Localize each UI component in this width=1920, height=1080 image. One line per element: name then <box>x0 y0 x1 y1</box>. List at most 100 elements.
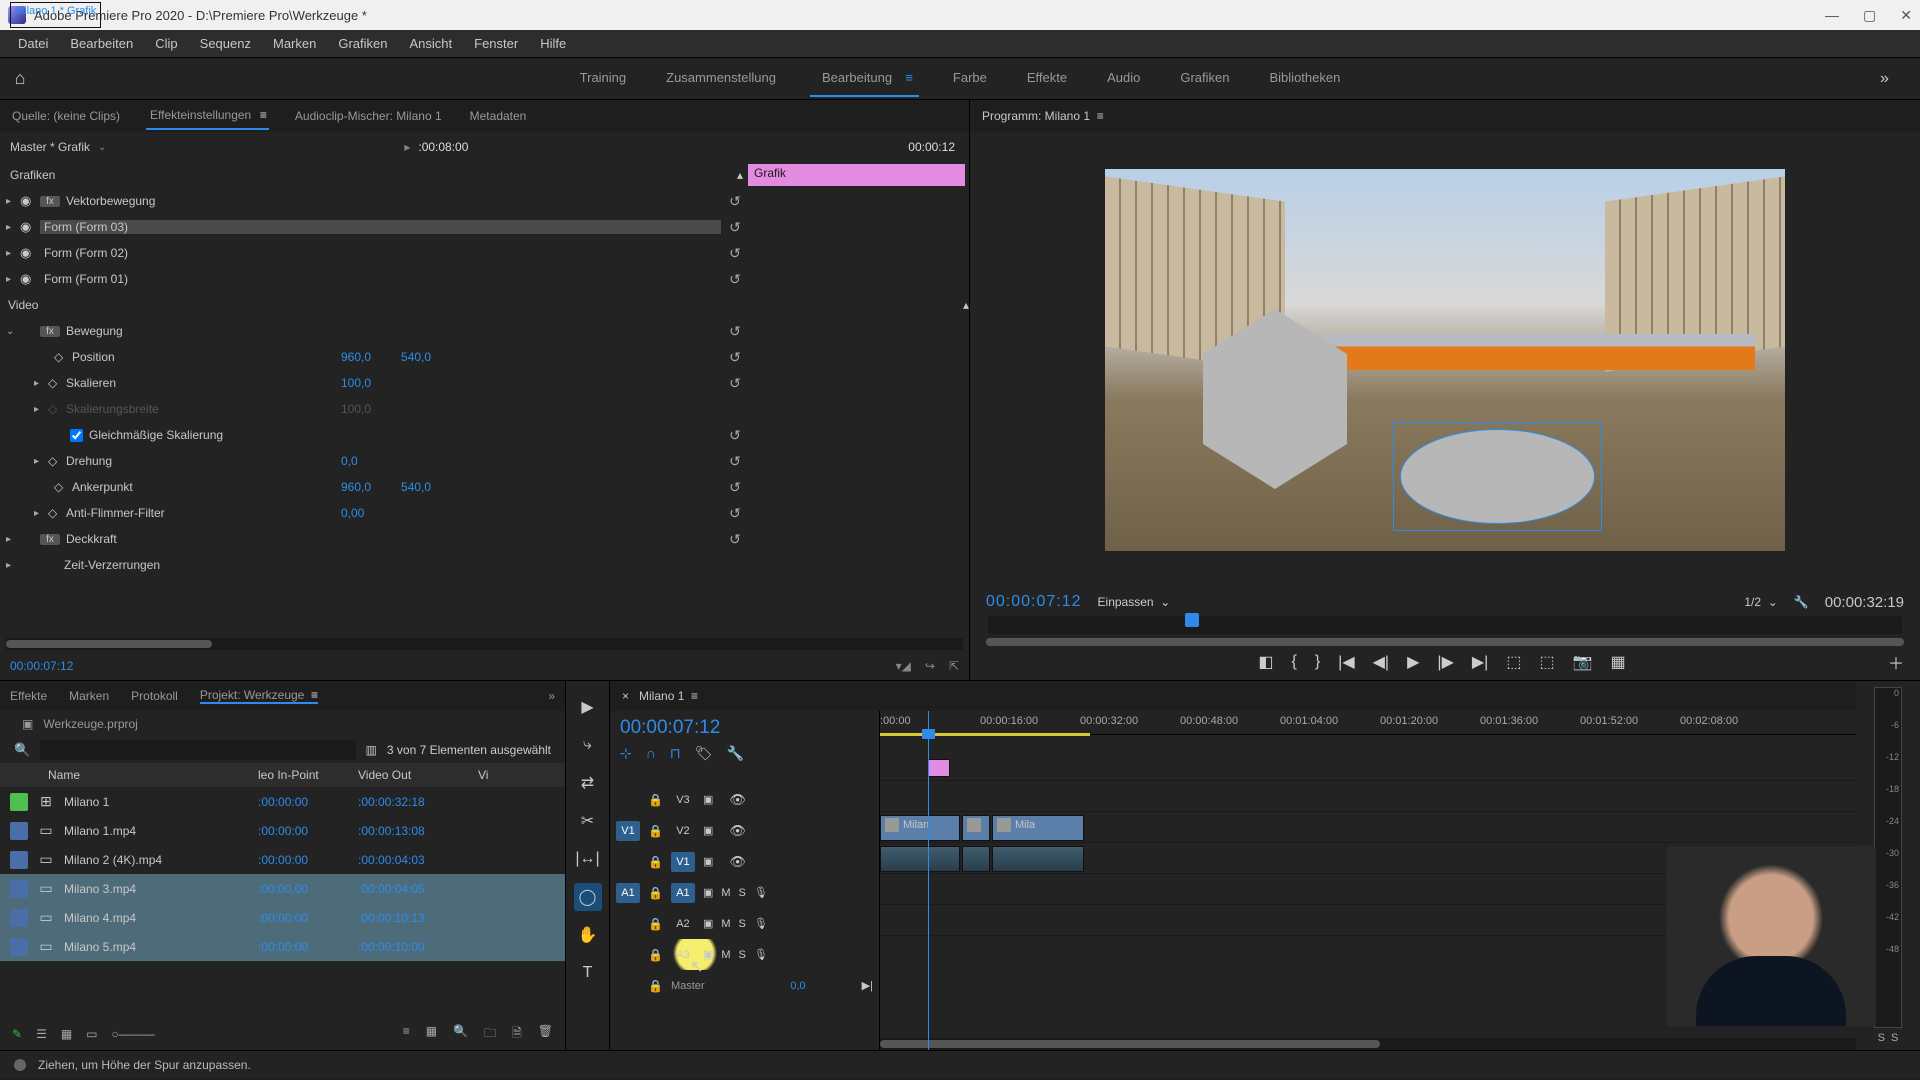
icon-view-icon[interactable]: ▦ <box>61 1027 72 1041</box>
reset-icon[interactable]: ↺ <box>721 245 749 262</box>
clip-audio-1[interactable] <box>880 846 960 872</box>
eye-icon[interactable]: ◉ <box>20 219 40 235</box>
link-icon[interactable]: ∩ <box>646 745 656 762</box>
lock-icon[interactable]: 🔒 <box>648 855 663 869</box>
solo-icon[interactable]: S <box>739 887 746 899</box>
menu-fenster[interactable]: Fenster <box>464 32 528 55</box>
snap-icon[interactable]: ⊹ <box>620 745 632 762</box>
maximize-button[interactable]: ▢ <box>1863 7 1876 24</box>
ec-skalieren-v[interactable]: 100,0 <box>341 376 371 390</box>
ws-effekte[interactable]: Effekte <box>1021 60 1073 97</box>
reset-icon[interactable]: ↺ <box>721 271 749 288</box>
lock-icon[interactable]: 🔒 <box>648 917 663 931</box>
razor-tool-icon[interactable]: ✂ <box>574 807 602 835</box>
reset-icon[interactable]: ↺ <box>721 193 749 210</box>
lock-icon[interactable]: 🔒 <box>648 979 663 993</box>
menu-clip[interactable]: Clip <box>145 32 187 55</box>
timeline-ruler[interactable]: :00:0000:00:16:0000:00:32:0000:00:48:000… <box>880 711 1856 735</box>
ec-gleich-checkbox[interactable] <box>70 429 83 442</box>
project-item[interactable]: ▭ Milano 1.mp4 :00:00:00 :00:00:13:08 <box>0 816 565 845</box>
type-tool-icon[interactable]: T <box>574 959 602 987</box>
track-v2[interactable]: V2 <box>671 821 695 841</box>
lock-icon[interactable]: 🔒 <box>648 824 663 838</box>
toggle-icon[interactable]: ▣ <box>703 948 713 961</box>
clip-audio-2[interactable] <box>962 846 990 872</box>
twirl-icon[interactable]: ▸ <box>6 274 20 285</box>
selection-tool-icon[interactable]: ▶ <box>574 693 602 721</box>
filter-icon[interactable]: ▥ <box>366 743 377 757</box>
seq-name[interactable]: Milano 1 <box>639 689 684 703</box>
tab-effect-controls[interactable]: Effekteinstellungen ≡ <box>146 102 269 130</box>
search-icon[interactable]: 🔍 <box>14 742 30 758</box>
step-back-icon[interactable]: ◀| <box>1373 652 1389 672</box>
ec-deckkraft[interactable]: Deckkraft <box>66 532 721 546</box>
clip-video-3[interactable]: Mila <box>992 815 1084 841</box>
toggle-icon[interactable]: ▣ <box>703 855 713 868</box>
ec-master-label[interactable]: Master * Grafik <box>10 140 90 154</box>
ws-zusammen[interactable]: Zusammenstellung <box>660 60 782 97</box>
fx-badge-icon[interactable]: fx <box>40 326 60 337</box>
keyframe-toggle-icon[interactable]: ◇ <box>54 480 72 494</box>
mute-icon[interactable]: M <box>721 949 730 961</box>
program-tc[interactable]: 00:00:07:12 <box>986 593 1082 611</box>
mute-icon[interactable]: M <box>721 887 730 899</box>
project-item[interactable]: ▭ Milano 5.mp4 :00:00:00 :00:00:10:00 <box>0 932 565 961</box>
overflow-icon[interactable]: » <box>548 689 555 703</box>
twirl-icon[interactable]: ▸ <box>6 248 20 259</box>
reset-icon[interactable]: ↺ <box>721 531 749 548</box>
keyframe-toggle-icon[interactable]: ◇ <box>48 454 66 468</box>
col-vi[interactable]: Vi <box>474 768 492 782</box>
reset-icon[interactable]: ↺ <box>721 323 749 340</box>
solo-icon[interactable]: S <box>739 949 746 961</box>
wrench-icon[interactable]: 🔧 <box>727 745 744 762</box>
lift-icon[interactable]: ⬚ <box>1506 652 1521 672</box>
eye-icon[interactable]: 👁 <box>729 823 746 839</box>
ec-anker-x[interactable]: 960,0 <box>341 480 371 494</box>
go-out-icon[interactable]: ▶| <box>1472 652 1488 672</box>
automate-icon[interactable]: ▦ <box>426 1024 437 1045</box>
collapse-up-icon[interactable]: ▴ <box>749 298 969 312</box>
tab-source[interactable]: Quelle: (keine Clips) <box>10 103 122 129</box>
solo-toggle[interactable]: S <box>1891 1032 1898 1044</box>
src-v1[interactable]: V1 <box>616 821 640 841</box>
close-seq-icon[interactable]: × <box>622 689 629 703</box>
mic-icon[interactable]: 🎙 <box>754 917 768 930</box>
lock-icon[interactable]: 🔒 <box>648 886 663 900</box>
clip-video-1[interactable]: Milan <box>880 815 960 841</box>
eye-icon[interactable]: 👁 <box>729 854 746 870</box>
keyframe-toggle-icon[interactable]: ◇ <box>54 350 72 364</box>
track-v3[interactable]: V3 <box>671 790 695 810</box>
menu-grafiken[interactable]: Grafiken <box>328 32 397 55</box>
go-in-icon[interactable]: |◀ <box>1338 652 1354 672</box>
twirl-icon[interactable]: ⌄ <box>6 326 20 337</box>
track-select-tool-icon[interactable]: ⤷ <box>574 731 602 759</box>
clip-video-2[interactable] <box>962 815 990 841</box>
reset-icon[interactable]: ↺ <box>721 427 749 444</box>
ws-bibliotheken[interactable]: Bibliotheken <box>1264 60 1347 97</box>
eye-icon[interactable]: 👁 <box>729 792 746 808</box>
solo-toggle[interactable]: S <box>1878 1032 1885 1044</box>
trash-icon[interactable]: 🗑 <box>538 1024 553 1045</box>
reset-icon[interactable]: ↺ <box>721 375 749 392</box>
col-out[interactable]: Video Out <box>354 768 474 782</box>
ws-training[interactable]: Training <box>574 60 632 97</box>
project-item[interactable]: ▭ Milano 2 (4K).mp4 :00:00:00 :00:00:04:… <box>0 845 565 874</box>
ec-clip-label[interactable]: Milano 1 * Grafik <box>10 2 101 28</box>
mic-icon[interactable]: 🎙 <box>754 886 768 899</box>
filter-icon[interactable]: ▾◢ <box>896 659 911 673</box>
new-bin-icon[interactable]: 🗀 <box>484 1024 496 1045</box>
solo-icon[interactable]: S <box>739 918 746 930</box>
export-frame-icon[interactable]: ▦ <box>1611 652 1626 672</box>
twirl-icon[interactable]: ▸ <box>34 508 48 519</box>
ws-bearbeitung[interactable]: Bearbeitung ≡ <box>810 60 919 97</box>
playhead[interactable] <box>928 711 929 1050</box>
export-icon[interactable]: ⇱ <box>949 659 959 673</box>
ec-drehung-v[interactable]: 0,0 <box>341 454 358 468</box>
project-item[interactable]: ▭ Milano 4.mp4 :00:00:00 :00:00:10:13 <box>0 903 565 932</box>
twirl-icon[interactable]: ▸ <box>6 560 20 571</box>
program-scrub-bar[interactable] <box>988 616 1902 634</box>
wrench-icon[interactable]: 🔧 <box>1794 595 1809 609</box>
ws-farbe[interactable]: Farbe <box>947 60 993 97</box>
twirl-icon[interactable]: ▸ <box>6 222 20 233</box>
list-view-icon[interactable]: ☰ <box>36 1027 47 1041</box>
